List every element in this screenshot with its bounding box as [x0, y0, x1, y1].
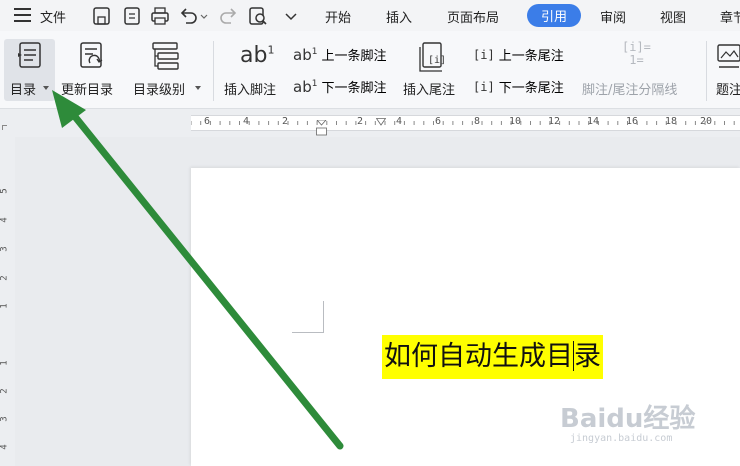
annotation-arrow-icon [52, 90, 344, 450]
wps-writer-window: 文件 开始 插入 页面布局 引用 审阅 视图 章节 目录 更新目录 目录级别 a… [0, 0, 740, 466]
